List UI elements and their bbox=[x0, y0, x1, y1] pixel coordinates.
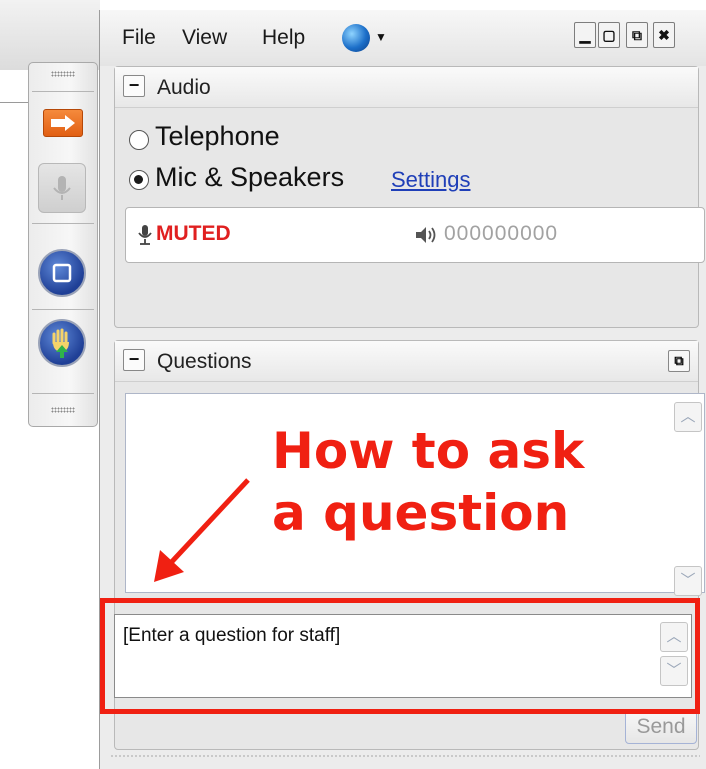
audio-section: − Audio Telephone Mic & Speakers Setting… bbox=[114, 66, 705, 328]
close-button[interactable]: ✖ bbox=[653, 22, 675, 48]
annotation-text: How to ask a question bbox=[272, 420, 584, 544]
send-button[interactable]: Send bbox=[625, 710, 697, 744]
restore-button[interactable]: ⧉ bbox=[626, 22, 648, 48]
microphone-button[interactable] bbox=[38, 163, 86, 213]
expand-icon[interactable]: ⧉ bbox=[668, 350, 690, 372]
arrow-button[interactable] bbox=[43, 109, 83, 137]
share-button[interactable] bbox=[38, 249, 86, 297]
menu-bar: File View Help ▼ ▁ ▢ ⧉ ✖ bbox=[100, 10, 706, 66]
toolbar-grip-bottom[interactable] bbox=[51, 407, 75, 413]
toolbar-separator bbox=[32, 309, 94, 310]
muted-status: MUTED bbox=[156, 222, 231, 245]
divider bbox=[0, 102, 30, 103]
collapse-questions-button[interactable]: − bbox=[123, 349, 145, 371]
settings-link[interactable]: Settings bbox=[391, 167, 471, 193]
highlight-box bbox=[100, 598, 700, 714]
menu-help[interactable]: Help bbox=[262, 26, 305, 50]
toolbar-separator bbox=[32, 91, 94, 92]
audio-title: Audio bbox=[157, 76, 211, 99]
scroll-up-button[interactable]: ︿ bbox=[674, 402, 702, 432]
questions-header: − Questions ⧉ bbox=[115, 341, 698, 382]
radio-telephone[interactable] bbox=[129, 130, 149, 150]
telephone-label[interactable]: Telephone bbox=[155, 121, 280, 152]
radio-mic-speakers[interactable] bbox=[129, 170, 149, 190]
annotation-line-1: How to ask bbox=[272, 422, 585, 480]
toolbar-separator bbox=[32, 223, 94, 224]
side-toolbar bbox=[28, 62, 98, 427]
muted-mic-icon bbox=[138, 225, 152, 245]
audio-status-box: MUTED 000000000 bbox=[125, 207, 705, 263]
mic-speakers-label[interactable]: Mic & Speakers bbox=[155, 162, 344, 193]
globe-icon[interactable] bbox=[342, 24, 370, 52]
chevron-down-icon[interactable]: ▼ bbox=[375, 30, 387, 44]
scroll-down-button[interactable]: ﹀ bbox=[674, 566, 702, 596]
collapse-audio-button[interactable]: − bbox=[123, 75, 145, 97]
maximize-button[interactable]: ▢ bbox=[598, 22, 620, 48]
questions-title: Questions bbox=[157, 350, 252, 373]
annotation-line-2: a question bbox=[272, 484, 570, 542]
toolbar-grip-top[interactable] bbox=[51, 71, 75, 77]
window-background bbox=[0, 0, 100, 70]
share-screen-icon bbox=[52, 263, 72, 283]
raise-hand-button[interactable] bbox=[38, 319, 86, 367]
toolbar-separator bbox=[32, 393, 94, 394]
speaker-icon bbox=[416, 227, 436, 243]
microphone-icon bbox=[53, 176, 71, 200]
raise-hand-icon bbox=[52, 328, 69, 358]
menu-file[interactable]: File bbox=[122, 26, 156, 50]
menu-view[interactable]: View bbox=[182, 26, 227, 50]
arrow-icon bbox=[51, 115, 75, 131]
volume-level-meter: 000000000 bbox=[444, 222, 559, 245]
audio-header: − Audio bbox=[115, 67, 698, 108]
annotation-arrow-icon bbox=[154, 478, 250, 582]
bottom-grip bbox=[110, 754, 700, 758]
minimize-button[interactable]: ▁ bbox=[574, 22, 596, 48]
